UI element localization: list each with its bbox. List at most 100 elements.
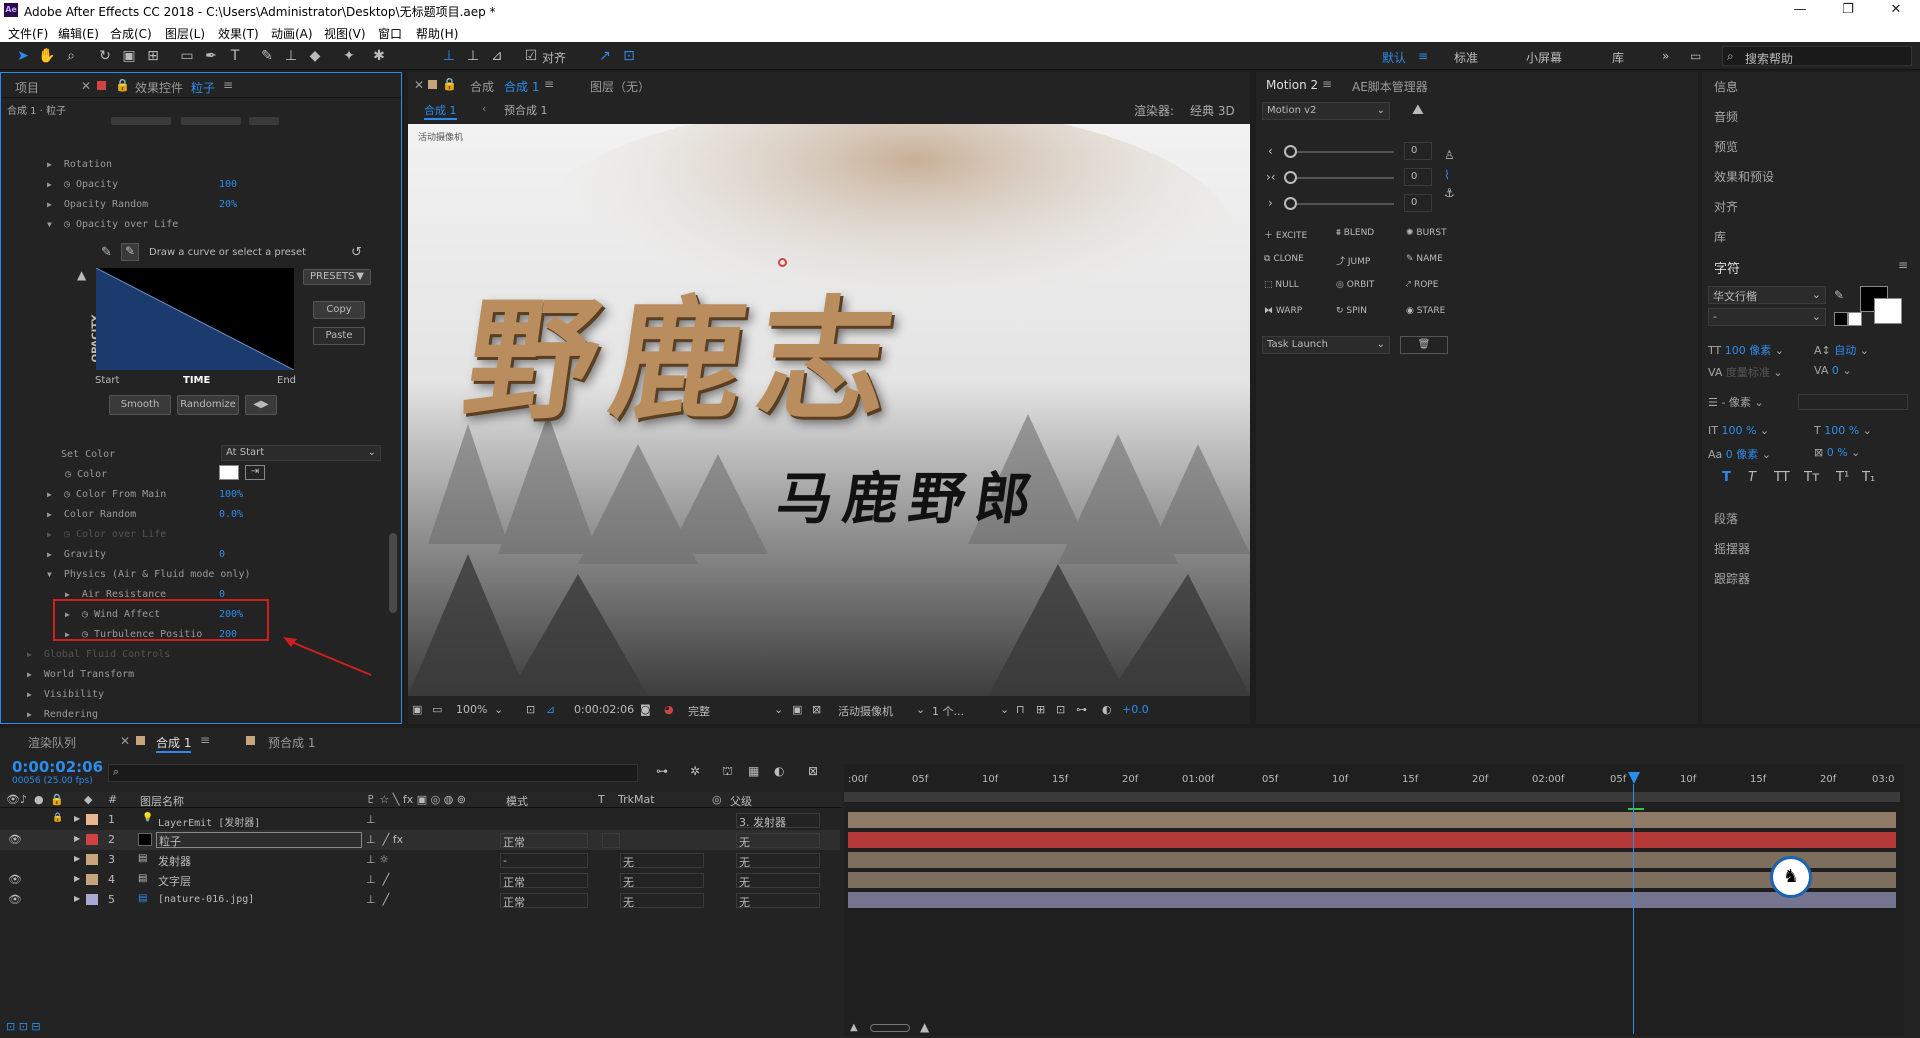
all-caps-icon[interactable]: TT (1774, 470, 1790, 485)
snapshot-icon[interactable]: ◙ (640, 703, 651, 716)
jump-button[interactable]: ⤴ JUMP (1336, 254, 1370, 267)
maximize-button[interactable]: ❐ (1828, 2, 1868, 17)
tab-project[interactable]: 项目 (15, 79, 39, 96)
prop-row[interactable]: ▶ ◷ Turbulence Positio (65, 629, 202, 640)
layer-bar-4[interactable] (848, 872, 1896, 888)
faux-italic-icon[interactable]: T (1748, 470, 1756, 485)
anchor-icon[interactable]: ⚓ (1444, 186, 1455, 200)
current-timecode[interactable]: 0:00:02:06 (12, 758, 103, 776)
draw-curve-icon[interactable]: ✎ (121, 243, 139, 261)
motion-version-dropdown[interactable]: Motion v2 ⌄ (1262, 102, 1390, 120)
layer-bar-3[interactable] (848, 852, 1896, 868)
trash-icon[interactable]: 🗑 (1400, 336, 1448, 354)
small-caps-icon[interactable]: Tᴛ (1804, 470, 1820, 485)
work-area-bar[interactable] (844, 792, 1900, 802)
title-text[interactable]: 野鹿志 (455, 254, 920, 445)
panel-menu-icon[interactable]: ≡ (1322, 77, 1332, 91)
font-style-dropdown[interactable]: - ⌄ (1708, 308, 1826, 326)
snap-icon[interactable]: ↗ (596, 47, 614, 65)
orbit-button[interactable]: ◎ ORBIT (1336, 280, 1374, 290)
text-tool-icon[interactable]: T (226, 47, 244, 65)
prop-value[interactable]: 200% (219, 609, 243, 620)
eyedropper-icon[interactable]: ⇥ (245, 465, 265, 480)
smooth-button[interactable]: Smooth (109, 395, 171, 415)
superscript-icon[interactable]: T¹ (1836, 470, 1849, 485)
prop-row[interactable]: ▶ ◷ Color From Main (47, 489, 166, 500)
burst-button[interactable]: ✺ BURST (1406, 228, 1447, 238)
puppet-tool-icon[interactable]: ✱ (370, 47, 388, 65)
slider-thumb-2[interactable] (1284, 171, 1297, 184)
close-tab-icon[interactable]: ✕ (120, 734, 130, 748)
panel-library[interactable]: 库 (1714, 228, 1726, 245)
axis-world-icon[interactable]: ⊥ (464, 47, 482, 65)
font-size-row[interactable]: TT 100 像素 ⌄ (1708, 342, 1784, 358)
prop-row[interactable]: ▶ Gravity (47, 549, 106, 560)
minimize-button[interactable]: — (1780, 2, 1820, 17)
layer-row-selected[interactable]: 👁 ▶ 2 粒子 ⊥ ╱ fx 正常 无 (0, 830, 840, 850)
camera-dropdown[interactable]: 活动摄像机 (838, 703, 893, 719)
clone-button[interactable]: ⧉ CLONE (1264, 254, 1304, 264)
prop-row[interactable]: ▼ ◷ Opacity over Life (47, 219, 178, 230)
align-checkbox[interactable]: ☑ (522, 47, 540, 65)
status-icons[interactable]: ⊡ ⊡ ⊟ (6, 1020, 41, 1033)
time-ruler[interactable]: :00f 05f 10f 15f 20f 01:00f 05f 10f 15f … (848, 774, 1896, 790)
prop-value[interactable]: 20% (219, 199, 237, 210)
rectangle-tool-icon[interactable]: ▭ (178, 47, 196, 65)
breadcrumb-precomp1[interactable]: 预合成 1 (504, 102, 548, 118)
workspace-more-icon[interactable]: » (1662, 49, 1669, 63)
workspace-menu-icon[interactable]: ≡ (1418, 49, 1428, 63)
panel-preview[interactable]: 预览 (1714, 138, 1738, 155)
zoom-tool-icon[interactable]: ⌕ (62, 47, 80, 65)
reset-icon[interactable]: ↺ (351, 245, 362, 260)
tracking-row[interactable]: VA 0 ⌄ (1814, 364, 1852, 377)
workspace-default[interactable]: 默认 (1382, 49, 1406, 66)
paste-button[interactable]: Paste (313, 327, 365, 345)
stare-button[interactable]: ◉ STARE (1406, 306, 1445, 316)
pan-behind-tool-icon[interactable]: ⊞ (144, 47, 162, 65)
frame-blending-icon[interactable]: ▦ (748, 764, 759, 778)
layer-bar-2[interactable] (848, 832, 1896, 848)
pencil-icon[interactable]: ✎ (101, 245, 112, 260)
slider-track-2[interactable] (1284, 177, 1394, 179)
tab-composition-label[interactable]: 合成 (470, 78, 494, 95)
subscript-icon[interactable]: T₁ (1862, 470, 1875, 485)
pin-icon[interactable]: ♙ (1444, 148, 1455, 162)
menu-effect[interactable]: 效果(T) (218, 25, 259, 42)
presets-dropdown[interactable]: PRESETS ▼ (303, 269, 371, 285)
menu-layer[interactable]: 图层(L) (165, 25, 205, 42)
panel-info[interactable]: 信息 (1714, 78, 1738, 95)
color-swatch[interactable] (219, 465, 239, 480)
monitor-icon[interactable]: ▭ (432, 703, 442, 716)
safe-zones-icon[interactable]: ⊿ (546, 703, 555, 716)
font-family-dropdown[interactable]: 华文行楷 ⌄ (1708, 286, 1826, 304)
layer-bar-1[interactable] (848, 812, 1896, 828)
zoom-dropdown[interactable]: 100% (456, 703, 487, 716)
tab-motion[interactable]: Motion 2 (1266, 78, 1318, 92)
close-tab-icon[interactable]: ✕ (81, 79, 91, 93)
prop-row[interactable]: ▶ Rotation (47, 159, 112, 170)
stroke-width-row[interactable]: ☰ - 像素 ⌄ (1708, 394, 1764, 410)
tab-layer[interactable]: 图层（无） (590, 78, 650, 95)
anchor-point-icon[interactable] (778, 258, 787, 267)
composition-viewer[interactable]: 活动摄像机 野鹿志 马鹿野郎 (408, 124, 1250, 696)
prop-value[interactable]: 200 (219, 629, 237, 640)
panel-menu-icon[interactable]: ≡ (544, 77, 554, 91)
color-channel-icon[interactable]: ◕ (664, 703, 674, 716)
panel-menu-icon[interactable]: ≡ (200, 733, 210, 747)
slider-value-1[interactable]: 0 (1404, 142, 1432, 160)
slider-thumb-1[interactable] (1284, 145, 1297, 158)
lock-icon[interactable]: 🔒 (115, 78, 130, 92)
warp-button[interactable]: ⧓ WARP (1264, 306, 1302, 316)
dropdown-arrow-icon[interactable]: ⌄ (1000, 703, 1009, 716)
menu-composition[interactable]: 合成(C) (110, 25, 152, 42)
viewer-toggle-icon[interactable]: ▣ (412, 703, 422, 716)
layer-row[interactable]: 🔒 ▶ 1 💡 LayerEmit [发射器] ⊥ 3. 发射器 (0, 810, 840, 830)
prop-row[interactable]: ▶ ◷ Color over Life (47, 529, 166, 540)
menu-view[interactable]: 视图(V) (324, 25, 366, 42)
roto-brush-tool-icon[interactable]: ✦ (340, 47, 358, 65)
excite-button[interactable]: ＋ EXCITE (1264, 228, 1307, 241)
motion-blur-icon[interactable]: ◐ (774, 764, 784, 778)
exposure-icon[interactable]: ◐ (1102, 703, 1112, 716)
prop-row[interactable]: ▶ Global Fluid Controls (27, 649, 170, 660)
eraser-tool-icon[interactable]: ◆ (306, 47, 324, 65)
